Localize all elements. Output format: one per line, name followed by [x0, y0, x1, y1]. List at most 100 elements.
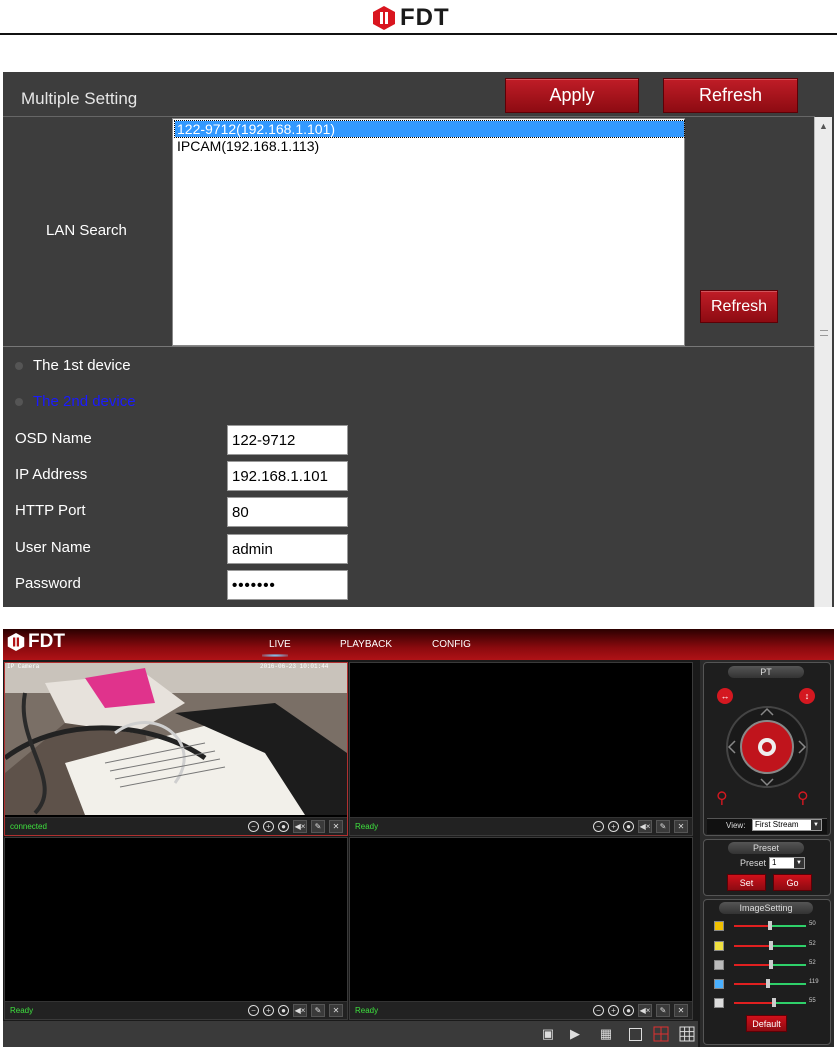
camera-tile-2[interactable]: Ready − + ● ◀× ✎ ✕: [349, 662, 693, 836]
chevron-down-icon[interactable]: ▼: [794, 858, 804, 868]
camera-2-status: Ready: [355, 822, 379, 831]
device-1-dot-icon: [15, 362, 23, 370]
sd-card-icon[interactable]: ▦: [596, 1024, 616, 1044]
zoom-in-magnifier-icon[interactable]: ⚲: [797, 788, 809, 808]
mic-icon[interactable]: ✎: [311, 820, 325, 833]
mute-icon[interactable]: ◀×: [293, 1004, 307, 1017]
snapshot-icon[interactable]: ▣: [538, 1024, 558, 1044]
osd-name-label: OSD Name: [15, 430, 92, 447]
nav-active-indicator: [262, 654, 288, 657]
image-default-button[interactable]: Default: [746, 1015, 787, 1032]
slider-sharpness[interactable]: 55: [714, 998, 822, 1008]
osd-name-input[interactable]: [227, 425, 348, 455]
slider-contrast[interactable]: 52: [714, 941, 822, 951]
record-icon[interactable]: ●: [623, 1005, 634, 1016]
camera-tile-1[interactable]: IP Camera 2016-06-23 10:01:44 connected …: [4, 662, 348, 836]
camera-3-toolbar: Ready − + ● ◀× ✎ ✕: [5, 1001, 347, 1019]
device-1-tab[interactable]: The 1st device: [33, 357, 131, 374]
nav-config[interactable]: CONFIG: [432, 639, 471, 650]
record-icon[interactable]: ●: [623, 821, 634, 832]
camera-tile-4[interactable]: Ready − + ● ◀× ✎ ✕: [349, 837, 693, 1020]
doc-brand: FDT: [400, 4, 450, 31]
preset-select-value: 1: [772, 858, 777, 867]
settings-icon[interactable]: ✕: [674, 820, 688, 833]
record-icon[interactable]: ●: [278, 821, 289, 832]
scroll-up-icon[interactable]: ▲: [819, 121, 828, 131]
preset-go-button[interactable]: Go: [773, 874, 812, 891]
lan-search-label: LAN Search: [46, 222, 127, 239]
video-record-icon[interactable]: ▶: [565, 1024, 585, 1044]
title-divider: [3, 116, 815, 117]
ip-address-input[interactable]: [227, 461, 348, 491]
password-input[interactable]: [227, 570, 348, 600]
apply-button[interactable]: Apply: [505, 78, 639, 113]
zoom-out-icon[interactable]: −: [593, 1005, 604, 1016]
fdt-logo-icon: [7, 633, 25, 651]
settings-icon[interactable]: ✕: [329, 820, 343, 833]
brightness-slider-handle[interactable]: [768, 921, 772, 930]
http-port-input[interactable]: [227, 497, 348, 527]
zoom-out-icon[interactable]: −: [248, 821, 259, 832]
record-icon[interactable]: ●: [278, 1005, 289, 1016]
scroll-grip[interactable]: [820, 330, 828, 336]
hue-icon: [714, 979, 724, 989]
preset-set-button[interactable]: Set: [727, 874, 766, 891]
contrast-icon: [714, 941, 724, 951]
zoom-in-icon[interactable]: +: [608, 821, 619, 832]
hue-value: 119: [809, 979, 819, 985]
camera-overlay-time: 2016-06-23 10:01:44: [260, 663, 329, 670]
mute-icon[interactable]: ◀×: [293, 820, 307, 833]
stream-select[interactable]: First Stream ▼: [752, 819, 822, 831]
nine-view-icon[interactable]: [677, 1024, 697, 1044]
slider-brightness[interactable]: 50: [714, 921, 822, 931]
lan-device-list[interactable]: 122-9712(192.168.1.101) IPCAM(192.168.1.…: [172, 118, 685, 346]
view-label: View:: [726, 821, 746, 830]
mic-icon[interactable]: ✎: [656, 820, 670, 833]
nav-playback[interactable]: PLAYBACK: [340, 639, 392, 650]
slider-hue[interactable]: 119: [714, 979, 822, 989]
live-view-topbar: [3, 629, 834, 660]
preset-select[interactable]: 1 ▼: [769, 857, 805, 869]
refresh-button[interactable]: Refresh: [663, 78, 798, 113]
lan-device-item[interactable]: 122-9712(192.168.1.101): [174, 120, 685, 138]
vertical-patrol-icon[interactable]: ↕: [799, 688, 815, 704]
brightness-track-filled: [734, 925, 770, 927]
saturation-slider-handle[interactable]: [769, 960, 773, 969]
contrast-value: 52: [809, 941, 816, 947]
mic-icon[interactable]: ✎: [311, 1004, 325, 1017]
fdt-logo-icon: [373, 6, 395, 30]
zoom-out-magnifier-icon[interactable]: ⚲: [716, 788, 728, 808]
zoom-out-icon[interactable]: −: [593, 821, 604, 832]
contrast-slider-handle[interactable]: [769, 941, 773, 950]
zoom-in-icon[interactable]: +: [263, 1005, 274, 1016]
horizontal-patrol-icon[interactable]: ↔: [717, 688, 733, 704]
hue-track-filled: [734, 983, 768, 985]
sharpness-slider-handle[interactable]: [772, 998, 776, 1007]
user-name-input[interactable]: [227, 534, 348, 564]
chevron-down-icon[interactable]: ▼: [811, 820, 821, 830]
panel-scrollbar[interactable]: ▲: [814, 117, 832, 607]
mute-icon[interactable]: ◀×: [638, 1004, 652, 1017]
zoom-in-icon[interactable]: +: [608, 1005, 619, 1016]
camera-3-status: Ready: [10, 1006, 34, 1015]
nav-live[interactable]: LIVE: [269, 639, 291, 650]
ip-address-label: IP Address: [15, 466, 88, 483]
settings-icon[interactable]: ✕: [674, 1004, 688, 1017]
camera-overlay-name: IP Camera: [7, 663, 40, 670]
zoom-out-icon[interactable]: −: [248, 1005, 259, 1016]
quad-view-icon[interactable]: [651, 1024, 671, 1044]
lan-device-item[interactable]: IPCAM(192.168.1.113): [175, 138, 684, 154]
slider-saturation[interactable]: 52: [714, 960, 822, 970]
mute-icon[interactable]: ◀×: [638, 820, 652, 833]
hue-slider-handle[interactable]: [766, 979, 770, 988]
zoom-in-icon[interactable]: +: [263, 821, 274, 832]
ptz-title: PT: [728, 666, 804, 678]
mic-icon[interactable]: ✎: [656, 1004, 670, 1017]
single-view-icon[interactable]: [625, 1024, 645, 1044]
ptz-joystick[interactable]: [725, 705, 809, 789]
camera-4-toolbar: Ready − + ● ◀× ✎ ✕: [350, 1001, 692, 1019]
device-2-tab[interactable]: The 2nd device: [33, 393, 136, 410]
settings-icon[interactable]: ✕: [329, 1004, 343, 1017]
lan-refresh-button[interactable]: Refresh: [700, 290, 778, 323]
camera-tile-3[interactable]: Ready − + ● ◀× ✎ ✕: [4, 837, 348, 1020]
